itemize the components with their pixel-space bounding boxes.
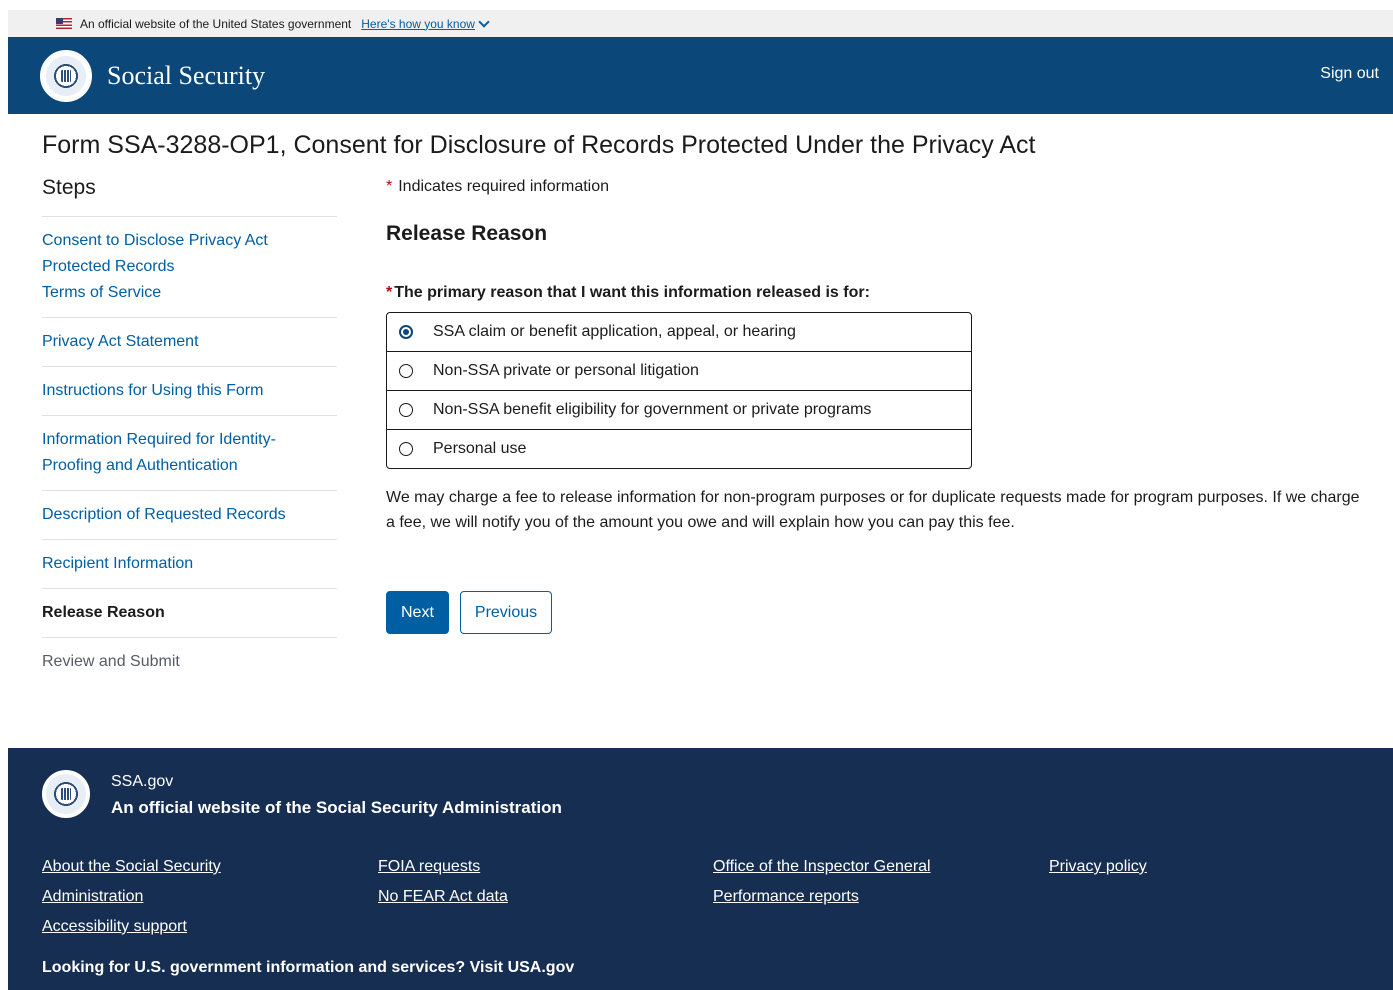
gov-banner-bar: An official website of the United States… [8, 10, 1393, 37]
step-identity-proofing-link[interactable]: Information Required for Identity- Proof… [42, 427, 337, 479]
step-consent-line1: Consent to Disclose Privacy Act [42, 232, 268, 249]
fee-note: We may charge a fee to release informati… [386, 489, 1360, 531]
site-brand[interactable]: Social Security [107, 61, 265, 91]
radio-label-personal-use: Personal use [433, 440, 527, 457]
next-button[interactable]: Next [386, 591, 449, 634]
step-privacy-act-statement: Privacy Act Statement [42, 317, 337, 366]
site-header: Social Security Sign out [8, 37, 1393, 114]
footer-link-no-fear[interactable]: No FEAR Act data [378, 882, 508, 912]
radio-option-non-ssa-litigation[interactable]: Non-SSA private or personal litigation [387, 351, 971, 390]
step-consent-line2: Protected Records [42, 258, 175, 275]
sign-out-link[interactable]: Sign out [1320, 65, 1379, 83]
radio-option-non-ssa-benefit[interactable]: Non-SSA benefit eligibility for governme… [387, 390, 971, 429]
footer-link-about-ssa[interactable]: About the Social Security Administration [42, 852, 272, 912]
release-reason-question: * The primary reason that I want this inf… [386, 284, 1371, 302]
form-buttons: Next Previous [386, 591, 1371, 634]
heres-how-you-know-link[interactable]: Here's how you know [361, 15, 490, 31]
required-info-note: * Indicates required information [386, 178, 1371, 196]
step-requested-records-link[interactable]: Description of Requested Records [42, 502, 337, 528]
radio-icon[interactable] [399, 403, 413, 417]
step-consent-link[interactable]: Consent to Disclose Privacy Act Protecte… [42, 228, 337, 306]
step-instructions: Instructions for Using this Form [42, 366, 337, 415]
radio-label-non-ssa-litigation: Non-SSA private or personal litigation [433, 362, 699, 379]
step-recipient-information-link[interactable]: Recipient Information [42, 551, 337, 577]
footer-link-privacy-policy[interactable]: Privacy policy [1049, 852, 1147, 882]
radio-option-ssa-claim[interactable]: SSA claim or benefit application, appeal… [387, 313, 971, 351]
us-flag-icon [56, 18, 72, 29]
radio-label-non-ssa-benefit: Non-SSA benefit eligibility for governme… [433, 401, 872, 418]
footer-site-name: SSA.gov [111, 773, 174, 790]
footer-links-col4: Privacy policy [1049, 852, 1147, 882]
chevron-down-icon [478, 15, 490, 28]
step-review-submit: Review and Submit [42, 637, 337, 686]
previous-button[interactable]: Previous [459, 591, 553, 634]
footer-usagov-line: Looking for U.S. government information … [42, 959, 574, 977]
visit-usagov-link[interactable]: Visit USA.gov [470, 959, 575, 976]
step-instructions-link[interactable]: Instructions for Using this Form [42, 378, 337, 404]
footer-links-col2: FOIA requests No FEAR Act data [378, 852, 508, 912]
section-title: Release Reason [386, 222, 548, 245]
steps-title: Steps [42, 176, 96, 199]
page-title: Form SSA-3288-OP1, Consent for Disclosur… [42, 131, 1036, 159]
radio-icon[interactable] [399, 442, 413, 456]
step-release-reason-current: Release Reason [42, 588, 337, 637]
heres-how-you-know-label: Here's how you know [361, 16, 475, 31]
form-content: * Indicates required information Release … [386, 178, 1371, 634]
step-consent-line3: Terms of Service [42, 284, 162, 301]
radio-option-personal-use[interactable]: Personal use [387, 429, 971, 468]
footer-link-foia[interactable]: FOIA requests [378, 852, 508, 882]
ssa-seal-icon [42, 770, 90, 818]
footer-link-accessibility[interactable]: Accessibility support [42, 912, 272, 942]
radio-icon[interactable] [399, 364, 413, 378]
required-note-text: Indicates required information [398, 178, 610, 195]
step-consent: Consent to Disclose Privacy Act Protecte… [42, 216, 337, 317]
radio-label-ssa-claim: SSA claim or benefit application, appeal… [433, 323, 796, 340]
gov-banner-text: An official website of the United States… [80, 16, 352, 31]
footer-usagov-text: Looking for U.S. government information … [42, 959, 466, 976]
footer-link-oig[interactable]: Office of the Inspector General [713, 852, 931, 882]
step-privacy-act-statement-link[interactable]: Privacy Act Statement [42, 329, 337, 355]
step-identity-proofing-line1: Information Required for Identity- [42, 431, 276, 448]
release-reason-question-text: The primary reason that I want this info… [394, 284, 870, 301]
gov-banner: An official website of the United States… [0, 0, 1393, 37]
required-asterisk: * [386, 178, 393, 195]
required-asterisk: * [386, 284, 393, 301]
radio-icon[interactable] [399, 325, 413, 339]
release-reason-radio-group: SSA claim or benefit application, appeal… [386, 312, 972, 469]
footer-links-col3: Office of the Inspector General Performa… [713, 852, 931, 912]
step-recipient-information: Recipient Information [42, 539, 337, 588]
steps-nav: Steps Consent to Disclose Privacy Act Pr… [42, 176, 337, 686]
step-identity-proofing-line2: Proofing and Authentication [42, 457, 238, 474]
step-identity-proofing: Information Required for Identity- Proof… [42, 415, 337, 490]
footer-official-text: An official website of the Social Securi… [111, 798, 562, 817]
footer-link-performance[interactable]: Performance reports [713, 882, 931, 912]
footer-links-col1: About the Social Security Administration… [42, 852, 272, 942]
site-footer: SSA.gov An official website of the Socia… [8, 748, 1393, 990]
ssa-seal-icon[interactable] [40, 49, 92, 102]
step-requested-records: Description of Requested Records [42, 490, 337, 539]
